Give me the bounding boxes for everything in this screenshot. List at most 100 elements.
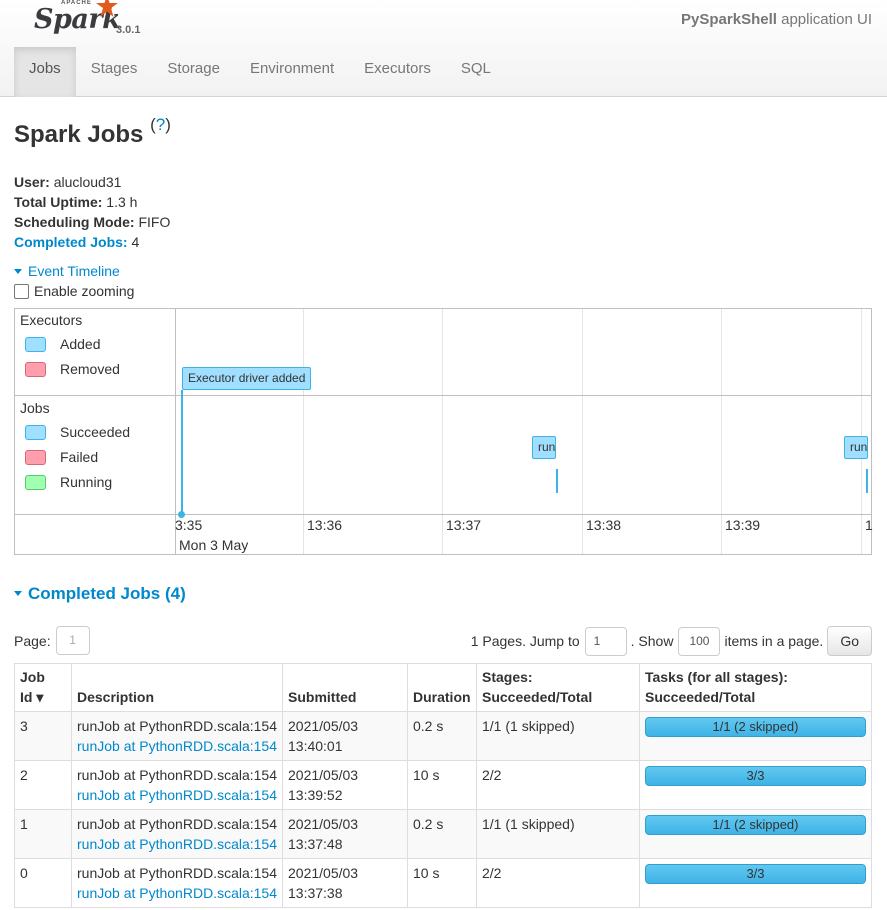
table-row: 1 runJob at PythonRDD.scala:154 runJob at… xyxy=(14,809,872,859)
progress-text: 1/1 (2 skipped) xyxy=(712,719,799,734)
table-row: 0 runJob at PythonRDD.scala:154 runJob at… xyxy=(14,858,872,908)
col-tasks-line1: Tasks (for all stages): xyxy=(645,669,788,685)
legend-label: Failed xyxy=(60,449,99,465)
app-name: PySparkShell xyxy=(681,11,777,28)
description-cell: runJob at PythonRDD.scala:154 runJob at P… xyxy=(71,711,283,761)
navbar: APACHE Spark 3.0.1 PySparkShell applicat… xyxy=(0,0,887,97)
job-description: runJob at PythonRDD.scala:154 xyxy=(77,816,277,832)
tab-environment[interactable]: Environment xyxy=(235,47,349,97)
help-link[interactable]: ? xyxy=(156,115,165,134)
job-detail-link[interactable]: runJob at PythonRDD.scala:154 xyxy=(77,738,277,754)
page-title-text: Spark Jobs xyxy=(14,121,144,148)
submitted-cell: 2021/05/03 13:40:01 xyxy=(282,711,408,761)
job-event-line xyxy=(866,469,868,493)
tasks-cell: 3/3 xyxy=(639,760,872,810)
summary-user: User: alucloud31 xyxy=(14,172,170,192)
table-header-row: Job Id ▾ Description Submitted Duration S… xyxy=(14,663,872,712)
col-tasks[interactable]: Tasks (for all stages): Succeeded/Total xyxy=(639,663,872,712)
timeline-tick: 13:37 xyxy=(446,517,482,533)
help-paren-close: ) xyxy=(165,115,171,134)
legend-running: Running xyxy=(25,474,112,490)
page-number-input[interactable]: 1 xyxy=(55,626,90,655)
uptime-value: 1.3 h xyxy=(106,194,138,210)
stages-cell: 2/2 xyxy=(476,858,640,908)
show-text: . Show xyxy=(630,633,674,649)
spark-version: 3.0.1 xyxy=(116,24,141,36)
timeline-tick: 13:39 xyxy=(725,517,761,533)
legend-label: Added xyxy=(60,336,101,352)
executor-event-line xyxy=(181,390,183,514)
col-tasks-line2: Succeeded/Total xyxy=(645,689,756,705)
enable-zooming-checkbox[interactable] xyxy=(14,283,29,299)
description-cell: runJob at PythonRDD.scala:154 runJob at P… xyxy=(71,858,283,908)
col-stages[interactable]: Stages: Succeeded/Total xyxy=(476,663,640,712)
job-event-box[interactable]: run xyxy=(844,436,868,459)
job-detail-link[interactable]: runJob at PythonRDD.scala:154 xyxy=(77,787,277,803)
executor-added-event[interactable]: Executor driver added xyxy=(182,367,312,390)
timeline-gridline xyxy=(442,309,443,554)
go-button[interactable]: Go xyxy=(827,626,872,656)
submitted-time: 13:39:52 xyxy=(288,787,343,803)
legend-removed: Removed xyxy=(25,361,120,377)
col-duration[interactable]: Duration xyxy=(407,663,477,712)
tab-executors[interactable]: Executors xyxy=(349,47,446,97)
app-title-suffix: application UI xyxy=(776,11,872,28)
job-detail-link[interactable]: runJob at PythonRDD.scala:154 xyxy=(77,885,277,901)
job-detail-link[interactable]: runJob at PythonRDD.scala:154 xyxy=(77,836,277,852)
description-cell: runJob at PythonRDD.scala:154 runJob at P… xyxy=(71,809,283,859)
timeline-tick: 1 xyxy=(865,517,873,533)
col-job-id-line2: Id ▾ xyxy=(20,689,44,705)
stages-cell: 1/1 (1 skipped) xyxy=(476,711,640,761)
completed-jobs-link[interactable]: Completed Jobs: xyxy=(14,234,128,250)
tasks-cell: 1/1 (2 skipped) xyxy=(639,809,872,859)
submitted-cell: 2021/05/03 13:37:48 xyxy=(282,809,408,859)
legend-failed: Failed xyxy=(25,449,98,465)
progress-text: 3/3 xyxy=(746,768,765,783)
tasks-cell: 3/3 xyxy=(639,858,872,908)
completed-jobs-toggle[interactable]: Completed Jobs (4) xyxy=(14,584,186,604)
submitted-time: 13:37:48 xyxy=(288,836,343,852)
completed-jobs-heading: Completed Jobs (4) xyxy=(28,584,186,603)
tasks-progress-bar: 3/3 xyxy=(645,864,866,884)
duration-cell: 10 s xyxy=(407,858,477,908)
mode-label: Scheduling Mode: xyxy=(14,214,135,230)
pages-text: 1 Pages. Jump to xyxy=(470,633,580,649)
duration-cell: 10 s xyxy=(407,760,477,810)
job-id-cell: 1 xyxy=(14,809,72,859)
event-timeline: Executors Added Removed Jobs Succeeded F… xyxy=(14,308,873,555)
col-stages-line2: Succeeded/Total xyxy=(482,689,593,705)
page-size-input[interactable]: 100 xyxy=(678,626,721,656)
progress-text: 1/1 (2 skipped) xyxy=(712,817,799,832)
user-label: User: xyxy=(14,174,50,190)
legend-succeeded: Succeeded xyxy=(25,424,130,440)
jump-to-page-input[interactable]: 1 xyxy=(584,626,627,656)
submitted-date: 2021/05/03 xyxy=(288,767,359,783)
duration-cell: 0.2 s xyxy=(407,809,477,859)
timeline-gridline xyxy=(582,309,583,554)
submitted-time: 13:37:38 xyxy=(288,885,343,901)
job-id-cell: 3 xyxy=(14,711,72,761)
event-timeline-toggle[interactable]: Event Timeline xyxy=(14,263,120,279)
jobs-table-body: 3 runJob at PythonRDD.scala:154 runJob at… xyxy=(14,711,872,908)
timeline-gridline xyxy=(721,309,722,554)
col-job-id[interactable]: Job Id ▾ xyxy=(14,663,72,712)
executors-group-title: Executors xyxy=(20,312,83,328)
tasks-progress-bar: 1/1 (2 skipped) xyxy=(645,717,866,737)
timeline-gridline xyxy=(861,309,862,554)
stages-cell: 1/1 (1 skipped) xyxy=(476,809,640,859)
col-description[interactable]: Description xyxy=(71,663,283,712)
tab-storage[interactable]: Storage xyxy=(152,47,235,97)
submitted-cell: 2021/05/03 13:39:52 xyxy=(282,760,408,810)
job-id-cell: 0 xyxy=(14,858,72,908)
app-title: PySparkShell application UI xyxy=(681,11,872,28)
submitted-time: 13:40:01 xyxy=(288,738,343,754)
col-submitted[interactable]: Submitted xyxy=(282,663,408,712)
tab-stages[interactable]: Stages xyxy=(76,47,153,97)
summary-uptime: Total Uptime: 1.3 h xyxy=(14,192,170,212)
timeline-gridline xyxy=(303,309,304,554)
stages-cell: 2/2 xyxy=(476,760,640,810)
tab-sql[interactable]: SQL xyxy=(446,47,506,97)
job-event-box[interactable]: run xyxy=(532,436,556,459)
tab-jobs[interactable]: Jobs xyxy=(14,47,76,97)
table-row: 3 runJob at PythonRDD.scala:154 runJob at… xyxy=(14,711,872,761)
